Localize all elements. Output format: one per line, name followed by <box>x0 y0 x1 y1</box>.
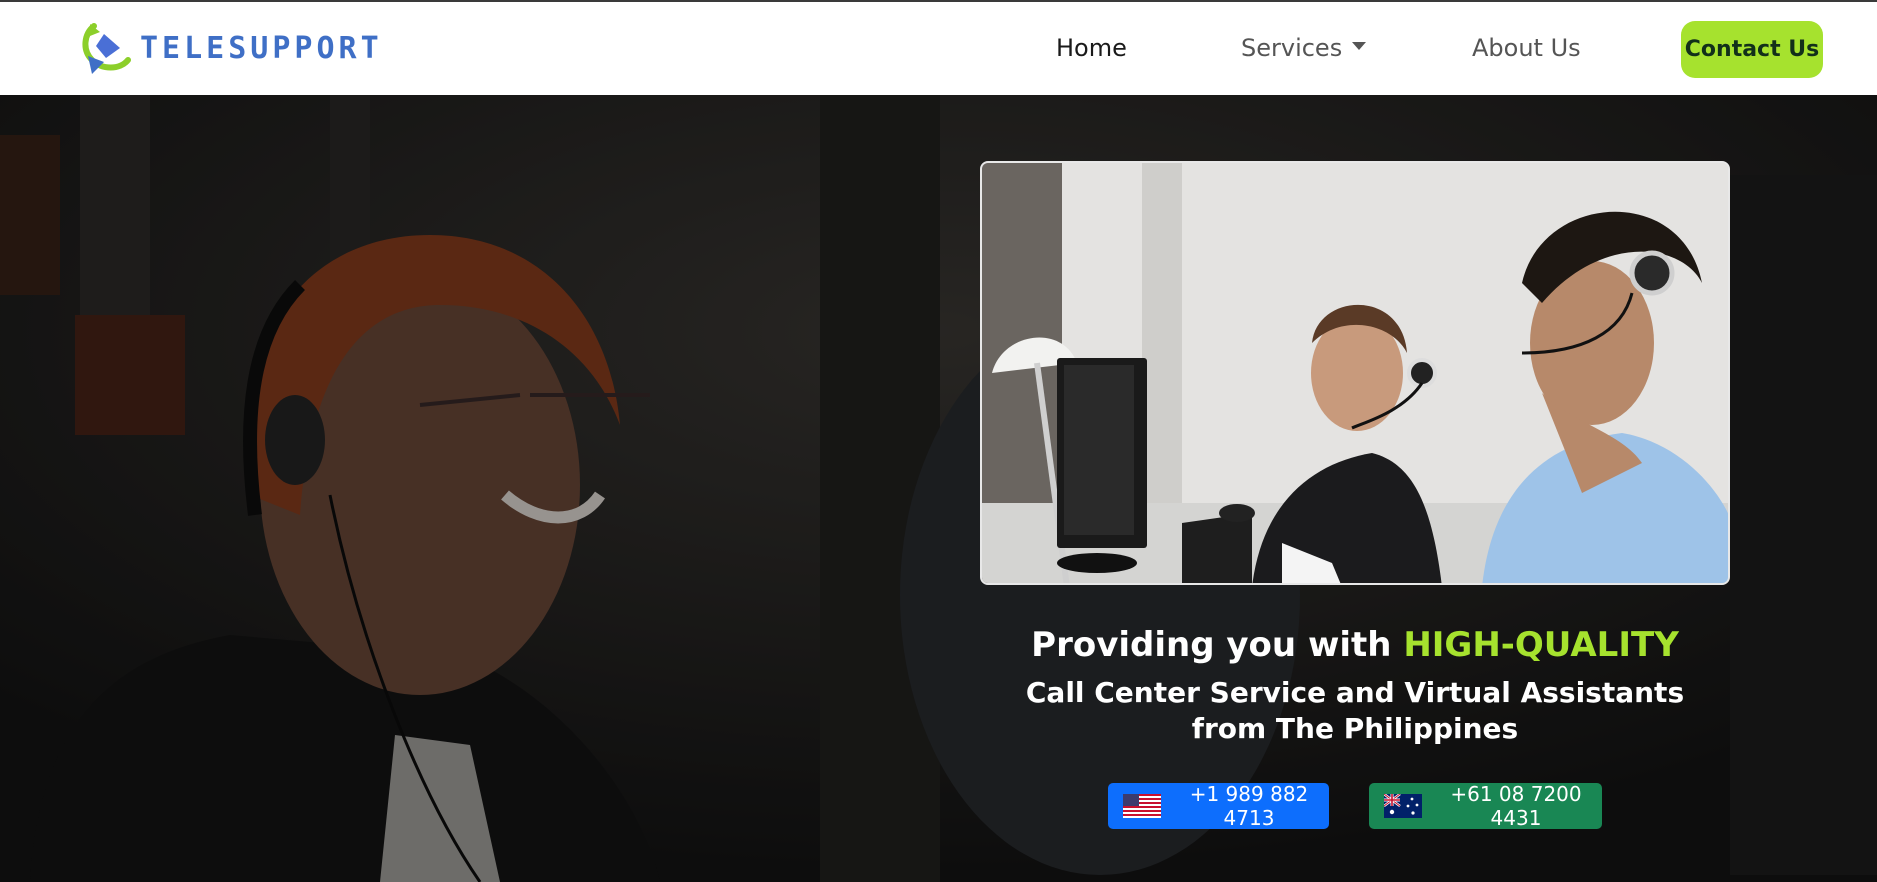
brand-name: TELESUPPORT <box>140 30 383 66</box>
au-phone-button[interactable]: +61 08 7200 4431 <box>1369 782 1602 830</box>
au-phone-number: +61 08 7200 4431 <box>1450 782 1582 830</box>
telesupport-logo-icon <box>82 23 131 74</box>
hero-section: Providing you with HIGH-QUALITY Call Cen… <box>0 95 1877 882</box>
us-phone-button[interactable]: +1 989 882 4713 <box>1108 782 1329 830</box>
us-flag-icon <box>1123 794 1161 818</box>
nav-services-label: Services <box>1241 34 1343 62</box>
agents-photo <box>980 161 1730 585</box>
hero-headline: Providing you with HIGH-QUALITY <box>980 625 1730 665</box>
nav-services-dropdown[interactable]: Services <box>1241 34 1367 62</box>
contact-us-button[interactable]: Contact Us <box>1681 21 1823 78</box>
hero-subheadline: Call Center Service and Virtual Assistan… <box>1025 676 1685 745</box>
headline-accent: HIGH-QUALITY <box>1403 625 1679 665</box>
nav-home[interactable]: Home <box>1056 34 1127 62</box>
headline-prefix: Providing you with <box>1031 625 1392 665</box>
nav-about[interactable]: About Us <box>1472 34 1581 62</box>
au-flag-icon <box>1384 794 1422 818</box>
navbar: TELESUPPORT Home Services About Us Conta… <box>0 0 1877 95</box>
us-phone-number: +1 989 882 4713 <box>1189 782 1309 830</box>
brand-link[interactable]: TELESUPPORT <box>80 20 383 76</box>
agents-photo-image <box>982 163 1728 583</box>
caret-down-icon <box>1352 42 1367 50</box>
